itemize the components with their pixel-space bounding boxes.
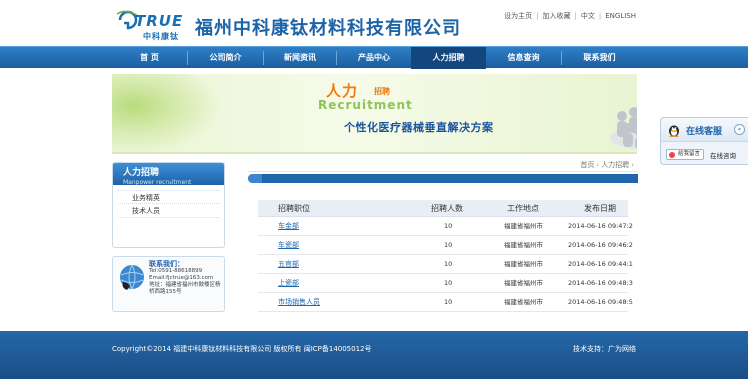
sidebar-links: 业务精英 技术人员	[118, 190, 219, 218]
contact-tel: Tel:0591-88618899	[149, 268, 203, 274]
page: TRUE 中科康钛 福州中科康钛材料科技有限公司 设为主页 | 加入收藏 | 中文 | EN…	[0, 0, 748, 379]
collapse-icon[interactable]: «	[734, 124, 745, 135]
leave-message-button[interactable]: 给我留言	[666, 149, 704, 160]
sidebar-recruitment: 人力招聘 Manpower recruitment 业务精英 技术人员	[112, 162, 225, 248]
company-name: 福州中科康钛材料科技有限公司	[195, 18, 461, 39]
online-service-widget: 在线客服 « 给我留言 在线咨询	[660, 117, 748, 165]
contact-email: Email:fjctrue@163.com	[149, 275, 214, 281]
logo-subtitle: 中科康钛	[143, 32, 179, 41]
set-homepage-link[interactable]: 设为主页	[504, 12, 532, 20]
sidebar-header: 人力招聘 Manpower recruitment	[113, 163, 224, 186]
job-count: 10	[444, 241, 453, 249]
column-count: 招聘人数	[431, 204, 463, 213]
online-service-header: 在线客服 «	[661, 118, 748, 142]
nav-recruitment[interactable]: 人力招聘	[411, 47, 486, 69]
column-date: 发布日期	[584, 204, 616, 213]
column-position: 招聘职位	[278, 204, 310, 213]
job-title-link[interactable]: 车金部	[278, 217, 299, 236]
qq-penguin-icon	[669, 125, 679, 137]
job-count: 10	[444, 298, 453, 306]
message-icon	[669, 152, 675, 158]
job-count: 10	[444, 222, 453, 230]
table-row[interactable]: 上瓷部 10 福建省福州市 2014-06-16 09:48:3	[258, 274, 633, 293]
globe-phone-icon	[120, 264, 144, 290]
job-date: 2014-06-16 09:48:3	[568, 279, 633, 287]
section-title-bar	[248, 174, 638, 183]
breadcrumb: 首页 › 人力招聘 ›	[580, 160, 636, 170]
footer-tech-support[interactable]: 技术支持：广为网络	[573, 344, 636, 354]
chevron-right-icon: ›	[631, 161, 634, 169]
footer-copyright: Copyright©2014 福建中科康钛材料科技有限公司 版权所有 闽ICP备…	[112, 345, 372, 353]
banner-title-small: 招聘	[374, 87, 390, 96]
footer: Copyright©2014 福建中科康钛材料科技有限公司 版权所有 闽ICP备…	[0, 331, 748, 379]
leaf-decoration	[112, 74, 222, 152]
job-count: 10	[444, 279, 453, 287]
breadcrumb-home[interactable]: 首页	[580, 161, 594, 169]
banner-title-en: Recruitment	[318, 98, 413, 112]
nav-contact[interactable]: 联系我们	[562, 47, 637, 69]
section-title-bar-accent	[248, 174, 262, 183]
job-title-link[interactable]: 上瓷部	[278, 274, 299, 293]
breadcrumb-current[interactable]: 人力招聘	[601, 161, 629, 169]
job-location: 福建省福州市	[504, 241, 543, 249]
sidebar-title: 人力招聘	[123, 168, 160, 178]
job-date: 2014-06-16 09:44:1	[568, 260, 633, 268]
divider	[248, 171, 638, 172]
chinese-link[interactable]: 中文	[581, 12, 595, 20]
chevron-right-icon: ›	[596, 161, 600, 169]
banner: 人力 招聘 Recruitment 个性化医疗器械垂直解决方案	[112, 74, 637, 154]
nav-home[interactable]: 首 页	[112, 47, 187, 69]
online-consult-link[interactable]: 在线咨询	[710, 150, 736, 160]
job-title-link[interactable]: 车瓷部	[278, 236, 299, 255]
contact-box: 联系我们： Tel:0591-88618899 Email:fjctrue@16…	[112, 256, 225, 312]
top-links: 设为主页 | 加入收藏 | 中文 | ENGLISH	[504, 12, 636, 20]
job-date: 2014-06-16 09:48:5	[568, 298, 633, 306]
table-row[interactable]: 车金部 10 福建省福州市 2014-06-16 09:47:2	[258, 217, 633, 236]
online-service-title: 在线客服	[686, 127, 723, 137]
job-date: 2014-06-16 09:46:2	[568, 241, 633, 249]
nav-products[interactable]: 产品中心	[337, 47, 411, 69]
table-row[interactable]: 车瓷部 10 福建省福州市 2014-06-16 09:46:2	[258, 236, 633, 255]
table-header: 招聘职位 招聘人数 工作地点 发布日期	[258, 200, 628, 217]
sidebar-item-business-elite[interactable]: 业务精英	[118, 190, 219, 204]
job-table: 招聘职位 招聘人数 工作地点 发布日期 车金部 10 福建省福州市 2014-0…	[258, 200, 633, 312]
english-link[interactable]: ENGLISH	[605, 12, 636, 20]
job-location: 福建省福州市	[504, 279, 543, 287]
logo-text: TRUE	[135, 12, 184, 30]
header: TRUE 中科康钛 福州中科康钛材料科技有限公司 设为主页 | 加入收藏 | 中文 | EN…	[0, 0, 748, 46]
job-count: 10	[444, 260, 453, 268]
table-row[interactable]: 市场销售人员 10 福建省福州市 2014-06-16 09:48:5	[258, 293, 633, 312]
nav-info-query[interactable]: 信息查询	[486, 47, 561, 69]
job-location: 福建省福州市	[504, 222, 543, 230]
people-circle-illustration	[610, 107, 637, 150]
job-title-link[interactable]: 五官部	[278, 255, 299, 274]
table-row[interactable]: 五官部 10 福建省福州市 2014-06-16 09:44:1	[258, 255, 633, 274]
sidebar-subtitle: Manpower recruitment	[123, 179, 192, 186]
logo[interactable]: TRUE 中科康钛	[116, 10, 188, 42]
contact-address: 地址：福建省福州市鼓楼区杨桥西路155号	[149, 282, 221, 295]
job-title-link[interactable]: 市场销售人员	[278, 293, 320, 312]
add-favorite-link[interactable]: 加入收藏	[543, 12, 571, 20]
job-location: 福建省福州市	[504, 298, 543, 306]
sidebar-item-technical-staff[interactable]: 技术人员	[118, 204, 219, 218]
banner-slogan: 个性化医疗器械垂直解决方案	[344, 121, 494, 134]
job-location: 福建省福州市	[504, 260, 543, 268]
nav-about[interactable]: 公司简介	[188, 47, 263, 69]
job-date: 2014-06-16 09:47:2	[568, 222, 633, 230]
column-location: 工作地点	[507, 204, 539, 213]
main-nav: 首 页 公司简介 新闻资讯 产品中心 人力招聘 信息查询 联系我们	[0, 46, 748, 69]
nav-news[interactable]: 新闻资讯	[264, 47, 336, 69]
